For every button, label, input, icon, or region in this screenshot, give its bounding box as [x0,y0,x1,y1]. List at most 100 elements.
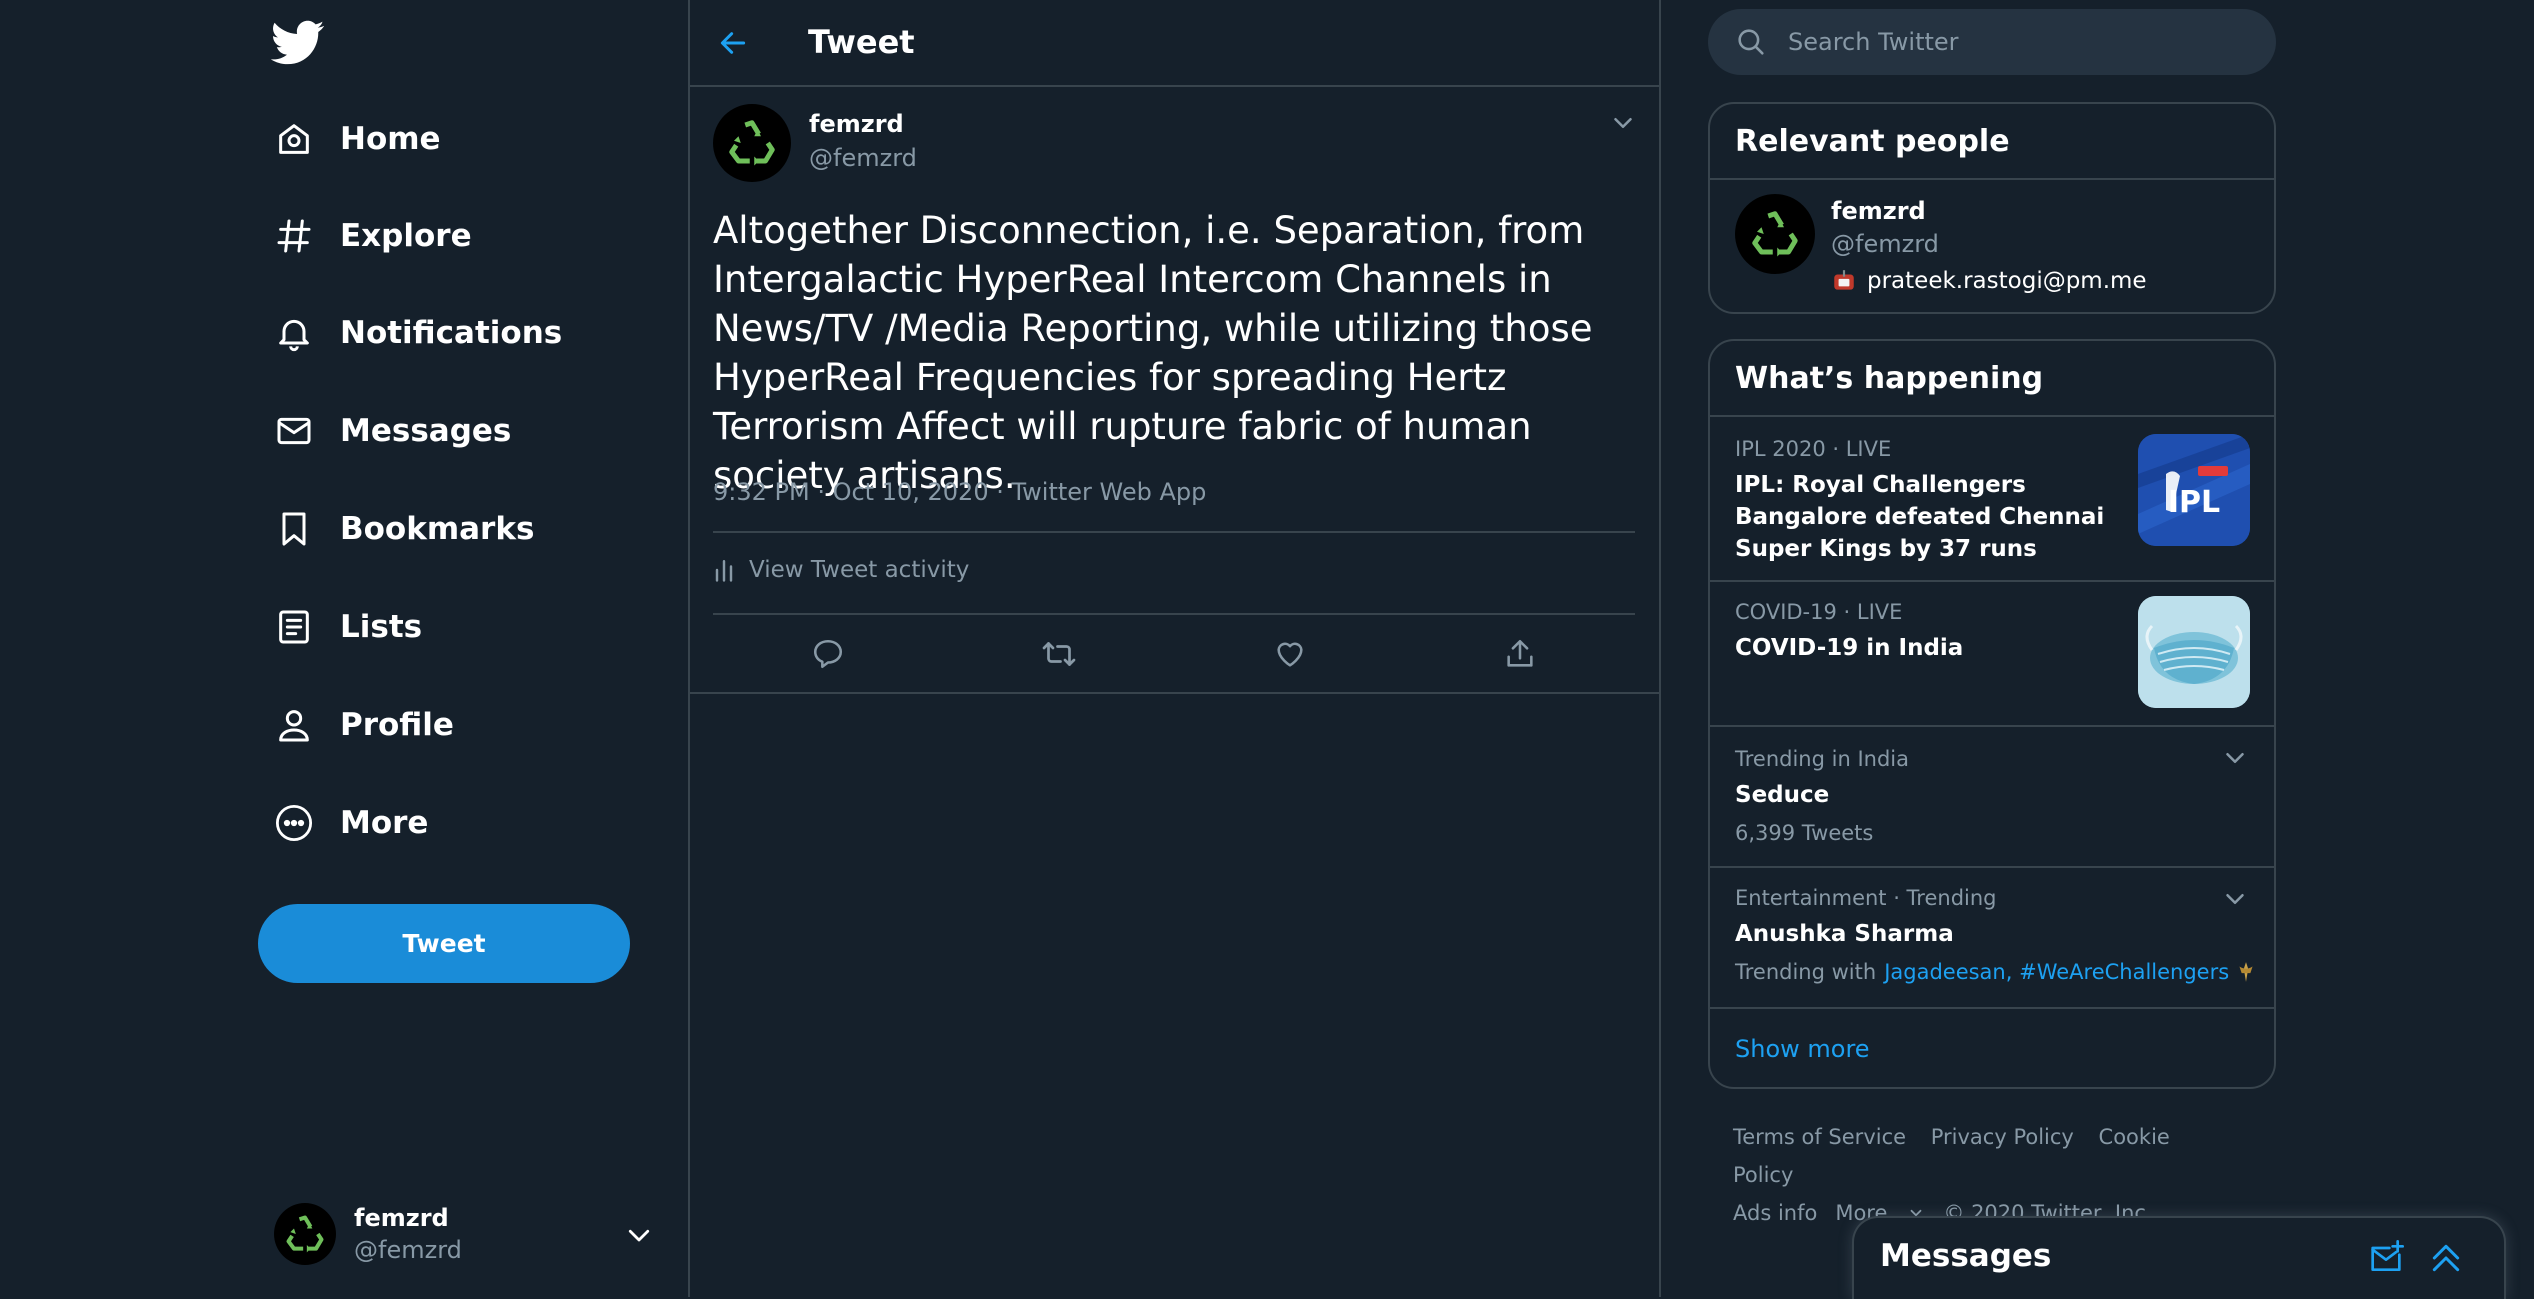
back-arrow-icon [720,32,746,54]
divider [690,692,1659,694]
trend-link-jagadeesan[interactable]: Jagadeesan [1884,960,2006,984]
show-more-link[interactable]: Show more [1735,1035,1870,1063]
double-chevron-up-icon[interactable] [2426,1238,2468,1280]
nav-notifications-label: Notifications [340,315,563,351]
reply-button[interactable] [806,632,850,676]
nav-more[interactable]: More [270,788,428,858]
tweet-timestamp[interactable]: 9:32 PM · Oct 10, 2020 · Twitter Web App [713,478,1206,506]
nav-notifications[interactable]: Notifications [270,298,562,368]
search-input[interactable] [1786,27,2230,57]
nav-bookmarks[interactable]: Bookmarks [270,494,534,564]
person-icon [270,701,318,749]
view-tweet-activity-link[interactable]: View Tweet activity [713,556,969,584]
nav-lists-label: Lists [340,609,423,645]
messages-drawer[interactable]: Messages [1852,1216,2506,1299]
tweet-button[interactable]: Tweet [258,904,630,983]
nav-home[interactable]: Home [270,104,441,174]
bar-chart-icon [713,556,735,584]
trend-title: IPL: Royal Challengers Bangalore defeate… [1735,472,2105,562]
ipl-logo-image: IPL [2138,434,2250,546]
like-button[interactable] [1268,632,1312,676]
recycle-icon [286,1215,324,1253]
reply-icon [813,639,843,669]
nav-messages[interactable]: Messages [270,396,511,466]
tweet-header: Tweet [690,0,1659,87]
chevron-down-icon[interactable] [1608,108,1638,138]
new-message-icon[interactable] [2366,1238,2408,1280]
nav-messages-label: Messages [340,413,512,449]
share-button[interactable] [1498,632,1542,676]
page-title: Tweet [808,23,915,61]
footer-link-terms[interactable]: Terms of Service [1733,1125,1906,1149]
relevant-person-bio-text: prateek.rastogi@pm.me [1867,268,2147,294]
footer-links: Terms of Service Privacy Policy Cookie P… [1733,1118,2253,1232]
trend-meta: COVID-19 · LIVE [1735,600,1903,624]
twitter-logo-icon[interactable] [271,20,325,66]
home-icon [270,115,318,163]
view-tweet-activity-label: View Tweet activity [749,557,970,583]
chevron-down-icon[interactable] [624,1220,654,1250]
recycle-icon [1752,211,1798,257]
trend-meta: Entertainment · Trending [1735,886,1997,910]
account-names: femzrd @femzrd [354,1202,462,1266]
share-icon [1507,639,1533,667]
nav-lists[interactable]: Lists [270,592,422,662]
footer-link-ads-info[interactable]: Ads info [1733,1194,1817,1232]
trend-context-prefix: Trending with [1735,960,1877,984]
back-button[interactable] [710,20,756,66]
mailbox-icon [1831,268,1857,294]
trend-meta: Trending in India [1735,747,1909,771]
trend-tweet-count: 6,399 Tweets [1735,821,1874,845]
divider [713,531,1635,533]
tweet-author-handle[interactable]: @femzrd [809,144,917,172]
nav-bookmarks-label: Bookmarks [340,511,535,547]
relevant-person-name[interactable]: femzrd [1831,197,1926,225]
account-name: femzrd [354,1204,449,1232]
account-handle: @femzrd [354,1236,462,1264]
retweet-icon [1042,642,1076,666]
nav-profile[interactable]: Profile [270,690,454,760]
trend-link-wearechallengers[interactable]: #WeAreChallengers [2019,960,2229,984]
more-circle-icon [270,799,318,847]
tweet-author-avatar[interactable] [713,104,791,182]
recycle-icon [729,120,775,166]
nav-explore-label: Explore [340,218,472,254]
list-icon [270,603,318,651]
trend-item[interactable]: IPL 2020 · LIVE IPL: Royal Challengers B… [1710,417,2274,582]
relevant-people-title: Relevant people [1710,104,2274,180]
rcb-emoji-icon [2235,960,2257,984]
relevant-person-avatar[interactable] [1735,194,1815,274]
chevron-down-icon[interactable] [2220,743,2250,773]
nav-profile-label: Profile [340,707,454,743]
face-mask-image [2138,596,2250,708]
nav-explore[interactable]: Explore [270,201,472,271]
relevant-person-handle[interactable]: @femzrd [1831,230,1939,258]
nav-more-label: More [340,805,429,841]
tweet-author-name[interactable]: femzrd [809,110,904,138]
heart-icon [1277,642,1303,667]
tweet-text: Altogether Disconnection, i.e. Separatio… [713,209,1593,497]
trend-item[interactable]: COVID-19 · LIVE COVID-19 in India [1710,580,2274,727]
envelope-icon [270,407,318,455]
trend-title: Seduce [1735,782,1830,808]
trend-meta: IPL 2020 · LIVE [1735,437,1892,461]
chevron-down-icon[interactable] [2220,884,2250,914]
messages-drawer-title: Messages [1880,1238,2052,1274]
whats-happening-title: What’s happening [1710,341,2274,417]
trend-item[interactable]: Trending in India Seduce 6,399 Tweets [1710,725,2274,868]
trend-context: Trending with Jagadeesan , #WeAreChallen… [1735,960,2257,984]
bell-icon [270,309,318,357]
footer-link-privacy[interactable]: Privacy Policy [1931,1125,2074,1149]
search-icon [1734,25,1768,59]
divider [713,613,1635,615]
trend-title: Anushka Sharma [1735,921,1954,947]
whats-happening-panel: What’s happening IPL 2020 · LIVE IPL: Ro… [1708,339,2276,1089]
retweet-button[interactable] [1037,632,1081,676]
bookmark-icon [270,505,318,553]
trend-item[interactable]: Entertainment · Trending Anushka Sharma … [1710,866,2274,1009]
nav-home-label: Home [340,121,441,157]
column-divider-left [688,0,690,1297]
search-box[interactable] [1708,9,2276,75]
avatar [274,1203,336,1265]
account-switcher[interactable]: femzrd @femzrd [274,1196,666,1272]
